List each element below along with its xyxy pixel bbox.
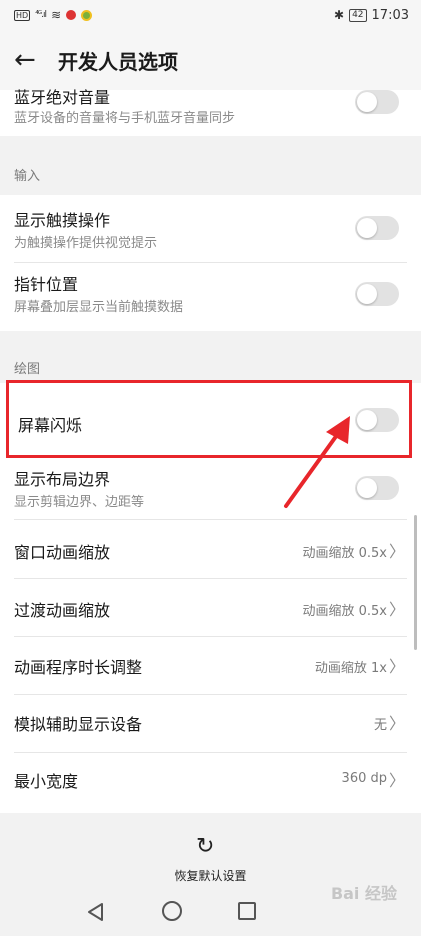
bluetooth-volume-row[interactable]: 蓝牙绝对音量 蓝牙设备的音量将与手机蓝牙音量同步 (0, 88, 421, 136)
input-card: 显示触摸操作 为触摸操作提供视觉提示 指针位置 屏幕叠加层显示当前触摸数据 (0, 195, 421, 331)
nav-recent-icon[interactable] (238, 902, 256, 920)
row-title: 过渡动画缩放 (14, 601, 111, 620)
hd-badge: HD (14, 9, 31, 21)
row-subtitle: 显示剪辑边界、边距等 (14, 495, 145, 510)
row-subtitle: 为触摸操作提供视觉提示 (14, 236, 158, 251)
annotation-arrow-icon (284, 416, 350, 508)
show-touches-row[interactable]: 显示触摸操作 为触摸操作提供视觉提示 (0, 195, 421, 263)
status-bar: HD ⁴ᴳ.ıl ≋ ✱ 42 17:03 (0, 0, 421, 30)
row-value: 动画缩放 1x (314, 661, 387, 676)
wifi-icon: ≋ (51, 8, 62, 22)
show-touches-toggle[interactable] (355, 216, 399, 240)
row-title: 最小宽度 (14, 772, 79, 791)
row-value: 动画缩放 0.5x (302, 546, 387, 561)
row-title: 蓝牙绝对音量 (14, 88, 111, 107)
clock: 17:03 (371, 7, 409, 23)
back-arrow-icon[interactable]: ← (14, 45, 48, 75)
row-value: 无 (373, 718, 387, 733)
chevron-right-icon: 〉 (388, 657, 405, 676)
bluetooth-card: 蓝牙绝对音量 蓝牙设备的音量将与手机蓝牙音量同步 (0, 88, 421, 136)
row-value: 动画缩放 0.5x (302, 604, 387, 619)
row-title: 显示布局边界 (14, 470, 111, 489)
notification-app-icon-2 (81, 9, 93, 21)
status-right: ✱ 42 17:03 (334, 8, 409, 23)
row-title: 显示触摸操作 (14, 211, 111, 230)
row-title: 模拟辅助显示设备 (14, 715, 143, 734)
chevron-right-icon: 〉 (388, 771, 405, 790)
pointer-location-row[interactable]: 指针位置 屏幕叠加层显示当前触摸数据 (0, 263, 421, 331)
simulate-secondary-display-row[interactable]: 模拟辅助显示设备 无 〉 (0, 695, 421, 753)
smallest-width-row[interactable]: 最小宽度 360 dp 〉 (0, 753, 421, 811)
row-subtitle: 蓝牙设备的音量将与手机蓝牙音量同步 (14, 111, 236, 126)
notification-app-icon (66, 10, 77, 20)
page-title: 开发人员选项 (58, 49, 178, 74)
nav-back-icon[interactable] (86, 902, 106, 922)
row-subtitle: 屏幕叠加层显示当前触摸数据 (14, 300, 184, 315)
pointer-location-toggle[interactable] (355, 282, 399, 306)
watermark: Bai 经验 (330, 884, 397, 903)
app-bar: ← 开发人员选项 (0, 30, 421, 90)
battery-icon: 42 (349, 8, 367, 22)
row-title: 窗口动画缩放 (14, 543, 111, 562)
nav-home-icon[interactable] (162, 901, 182, 921)
bluetooth-volume-toggle[interactable] (355, 90, 399, 114)
bottom-bar: ↻ 恢复默认设置 (0, 822, 421, 888)
transition-animation-scale-row[interactable]: 过渡动画缩放 动画缩放 0.5x 〉 (0, 579, 421, 637)
row-value: 360 dp (341, 771, 387, 786)
section-label-input: 输入 (14, 169, 41, 184)
row-title: 动画程序时长调整 (14, 658, 143, 677)
bluetooth-icon: ✱ (334, 8, 345, 22)
scrollbar[interactable] (414, 515, 417, 650)
chevron-right-icon: 〉 (388, 542, 405, 561)
status-left: HD ⁴ᴳ.ıl ≋ (14, 8, 93, 22)
layout-bounds-toggle[interactable] (355, 476, 399, 500)
reset-icon[interactable]: ↻ (196, 834, 214, 859)
chevron-right-icon: 〉 (388, 600, 405, 619)
row-title: 指针位置 (14, 275, 79, 294)
window-animation-scale-row[interactable]: 窗口动画缩放 动画缩放 0.5x 〉 (0, 520, 421, 578)
animator-duration-scale-row[interactable]: 动画程序时长调整 动画缩放 1x 〉 (0, 637, 421, 695)
section-label-drawing: 绘图 (14, 362, 41, 377)
chevron-right-icon: 〉 (388, 714, 405, 733)
signal-icon: ⁴ᴳ.ıl (35, 10, 47, 20)
